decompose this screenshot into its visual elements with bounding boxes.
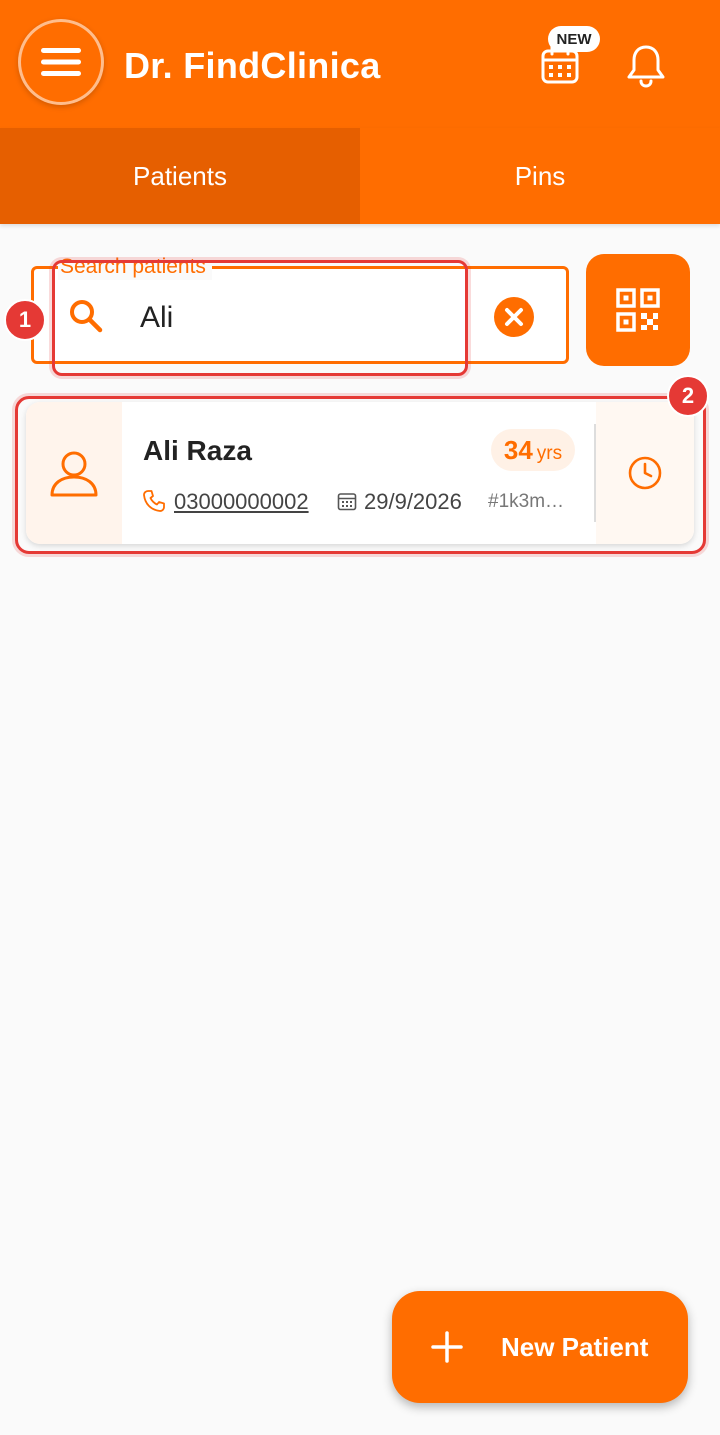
app-title: Dr. FindClinica (124, 45, 381, 86)
app-header: Dr. FindClinica NEW (0, 0, 720, 128)
menu-icon (41, 48, 81, 76)
menu-button[interactable] (18, 19, 104, 105)
calendar-icon (337, 493, 357, 511)
notifications-button[interactable] (618, 38, 674, 94)
patient-name: Ali Raza (143, 435, 252, 466)
search-input[interactable] (140, 296, 470, 340)
patient-date: 29/9/2026 (364, 489, 462, 514)
search-label: Search patients (58, 254, 212, 280)
tab-patients[interactable]: Patients (0, 128, 360, 224)
new-patient-label: New Patient (501, 1332, 649, 1362)
patient-card[interactable]: Ali Raza 34 yrs 03000000002 29/9/2026 #1… (26, 402, 694, 544)
qr-scan-button[interactable] (586, 254, 690, 366)
history-button[interactable] (596, 402, 694, 544)
age-value: 34 (503, 435, 533, 465)
phone-icon (143, 490, 165, 512)
age-badge: 34 yrs (491, 429, 575, 471)
annotation-badge-1: 1 (4, 299, 46, 341)
person-icon (50, 451, 98, 497)
patient-phone-link[interactable]: 03000000002 (174, 489, 309, 515)
age-unit: yrs (536, 443, 563, 464)
annotation-badge-2: 2 (667, 375, 709, 417)
tab-bar: Patients Pins (0, 128, 720, 224)
plus-icon (431, 1331, 463, 1363)
new-badge: NEW (548, 26, 600, 52)
bell-icon (627, 45, 665, 88)
clock-icon (628, 456, 662, 490)
clear-icon[interactable] (493, 296, 535, 338)
search-icon (70, 300, 103, 333)
avatar (26, 402, 122, 544)
patient-id: #1k3m… (488, 491, 565, 512)
tab-pins[interactable]: Pins (360, 128, 720, 224)
qr-code-icon (616, 288, 660, 332)
